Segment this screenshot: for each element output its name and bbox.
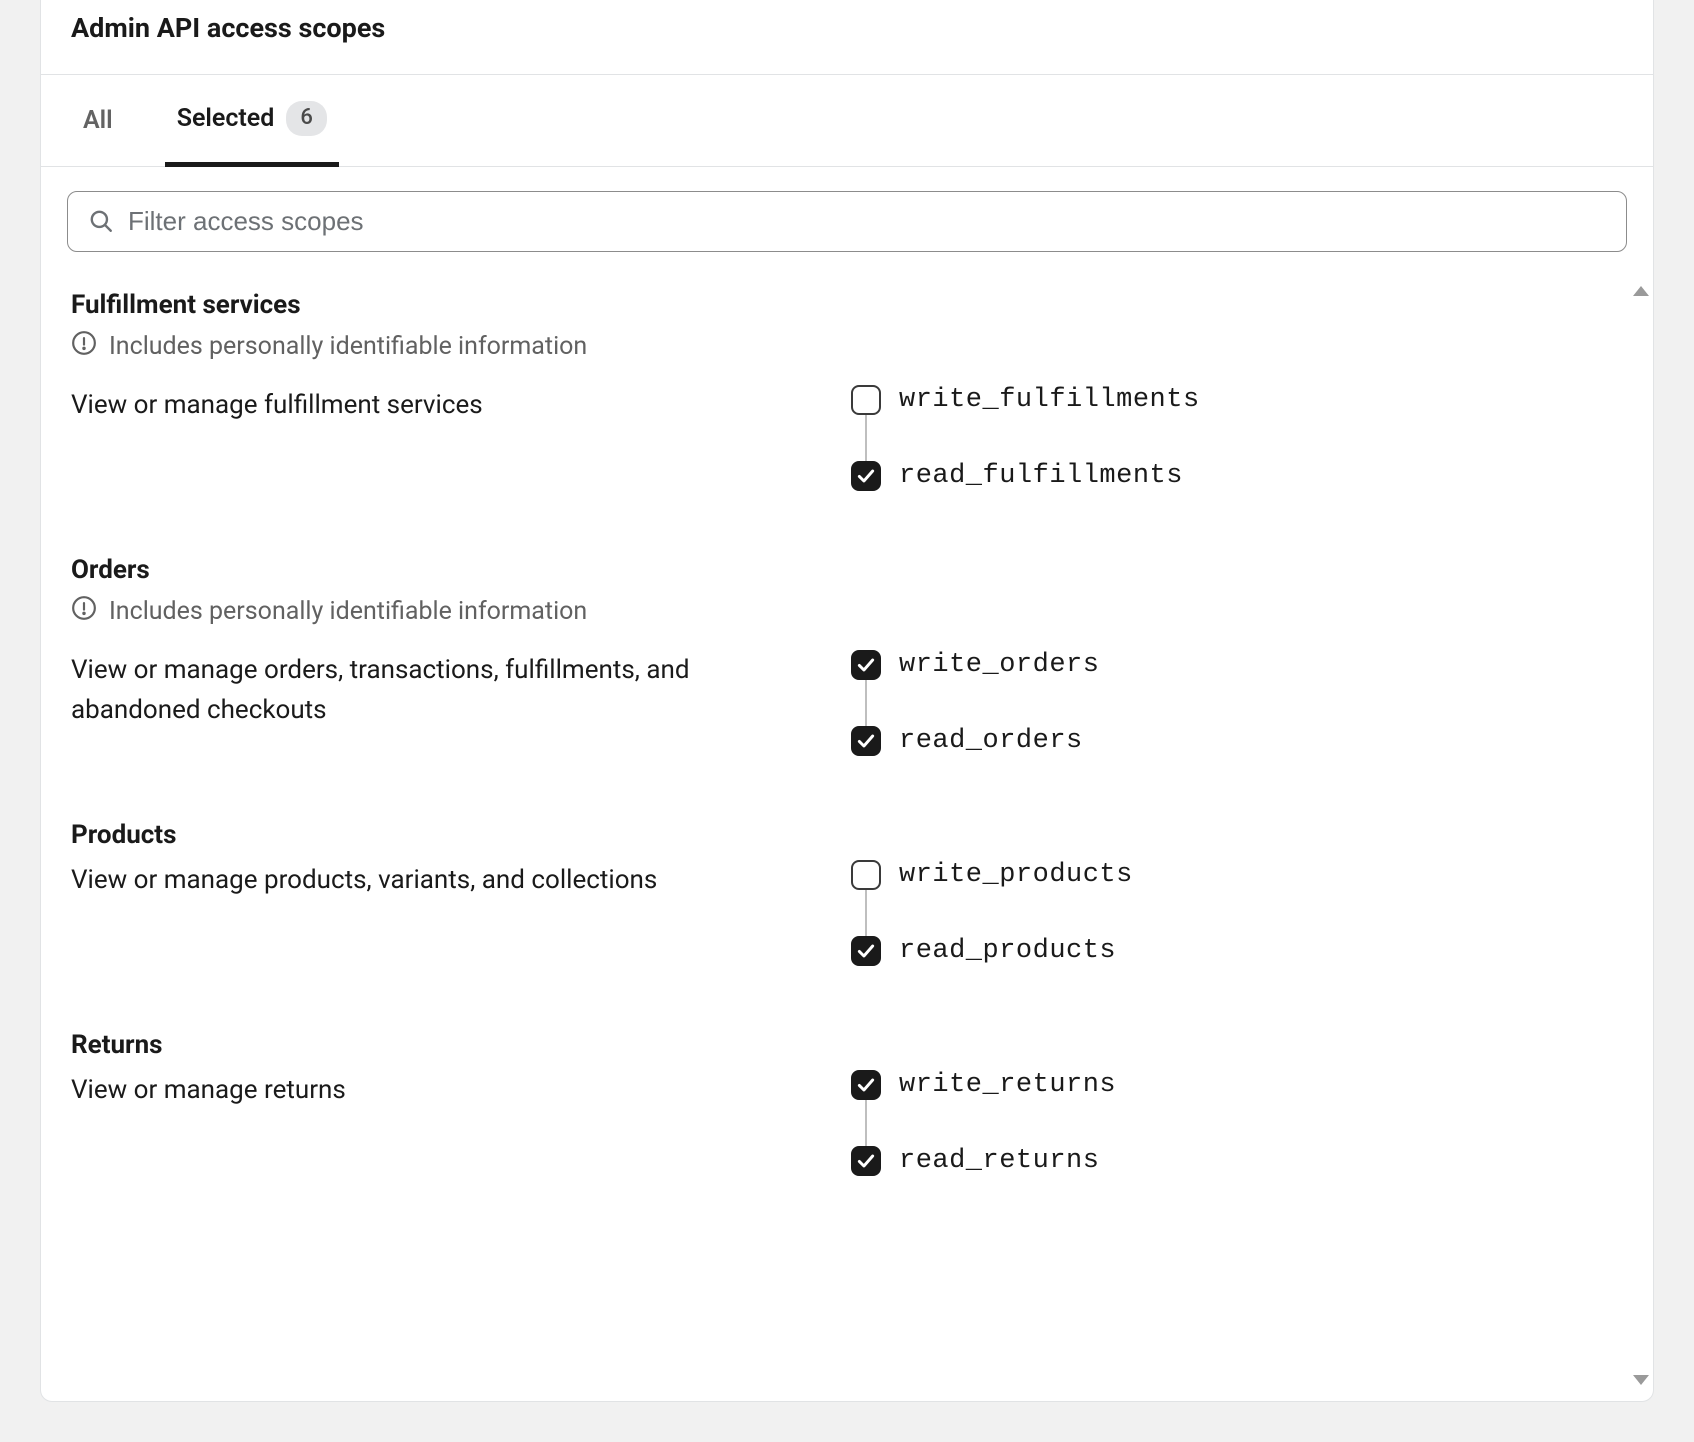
checkbox[interactable] — [851, 936, 881, 966]
group-row: View or manage fulfillment services write… — [71, 385, 1623, 491]
scope-label: read_returns — [899, 1146, 1099, 1176]
search-wrap — [41, 167, 1653, 270]
group-title: Returns — [71, 1030, 1623, 1060]
scope-read_products[interactable]: read_products — [851, 936, 1623, 966]
scope-write_fulfillments[interactable]: write_fulfillments — [851, 385, 1623, 415]
tab-all-label: All — [83, 106, 113, 135]
scope-write_returns[interactable]: write_returns — [851, 1070, 1623, 1100]
group-row: View or manage orders, transactions, ful… — [71, 650, 1623, 756]
checkbox[interactable] — [851, 1146, 881, 1176]
checkbox[interactable] — [851, 385, 881, 415]
checkbox[interactable] — [851, 726, 881, 756]
selected-count-badge: 6 — [286, 101, 327, 136]
scope-connector — [865, 415, 867, 461]
checkbox[interactable] — [851, 650, 881, 680]
scope-label: read_products — [899, 936, 1116, 966]
pii-notice: Includes personally identifiable informa… — [71, 330, 1623, 363]
scope-label: read_orders — [899, 726, 1083, 756]
scope-group-returns: Returns View or manage returns write_retur… — [71, 1030, 1623, 1176]
scope-write_orders[interactable]: write_orders — [851, 650, 1623, 680]
search-field[interactable] — [67, 191, 1627, 252]
card-title: Admin API access scopes — [71, 12, 1623, 44]
checkbox[interactable] — [851, 1070, 881, 1100]
scope-read_returns[interactable]: read_returns — [851, 1146, 1623, 1176]
tab-all[interactable]: All — [71, 75, 125, 166]
search-icon — [88, 208, 114, 234]
scopes-column: write_products read_products — [851, 860, 1623, 966]
checkbox[interactable] — [851, 860, 881, 890]
scope-label: write_orders — [899, 650, 1099, 680]
info-icon — [71, 595, 97, 628]
checkbox[interactable] — [851, 461, 881, 491]
scope-write_products[interactable]: write_products — [851, 860, 1623, 890]
group-row: View or manage products, variants, and c… — [71, 860, 1623, 966]
scope-group-fulfillment-services: Fulfillment services Includes personally … — [71, 290, 1623, 491]
scopes-column: write_fulfillments read_fulfillments — [851, 385, 1623, 491]
group-description: View or manage orders, transactions, ful… — [71, 650, 811, 756]
scope-connector — [865, 890, 867, 936]
scope-read_orders[interactable]: read_orders — [851, 726, 1623, 756]
scope-group-products: Products View or manage products, variant… — [71, 820, 1623, 966]
scope-label: write_returns — [899, 1070, 1116, 1100]
card-header: Admin API access scopes — [41, 0, 1653, 75]
scope-read_fulfillments[interactable]: read_fulfillments — [851, 461, 1623, 491]
group-title: Orders — [71, 555, 1623, 585]
info-icon — [71, 330, 97, 363]
group-title: Fulfillment services — [71, 290, 1623, 320]
group-description: View or manage products, variants, and c… — [71, 860, 811, 966]
tab-selected[interactable]: Selected 6 — [165, 75, 339, 167]
scopes-list[interactable]: Fulfillment services Includes personally … — [41, 270, 1653, 1401]
scopes-column: write_returns read_returns — [851, 1070, 1623, 1176]
group-description: View or manage fulfillment services — [71, 385, 811, 491]
search-input[interactable] — [128, 206, 1606, 237]
scopes-column: write_orders read_orders — [851, 650, 1623, 756]
scope-connector — [865, 1100, 867, 1146]
pii-text: Includes personally identifiable informa… — [109, 332, 587, 361]
tab-selected-label: Selected — [177, 104, 275, 133]
scope-label: read_fulfillments — [899, 461, 1183, 491]
scope-label: write_fulfillments — [899, 385, 1200, 415]
group-description: View or manage returns — [71, 1070, 811, 1176]
scope-connector — [865, 680, 867, 726]
pii-notice: Includes personally identifiable informa… — [71, 595, 1623, 628]
scope-label: write_products — [899, 860, 1133, 890]
tabs: All Selected 6 — [41, 75, 1653, 167]
group-row: View or manage returns write_returns read_… — [71, 1070, 1623, 1176]
group-title: Products — [71, 820, 1623, 850]
pii-text: Includes personally identifiable informa… — [109, 597, 587, 626]
access-scopes-card: Admin API access scopes All Selected 6 F… — [40, 0, 1654, 1402]
scope-group-orders: Orders Includes personally identifiable i… — [71, 555, 1623, 756]
